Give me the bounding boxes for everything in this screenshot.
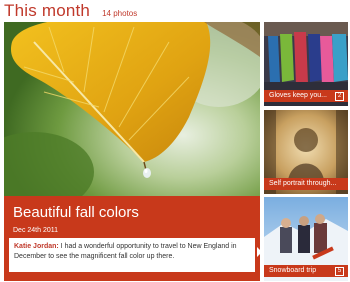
featured-date: Dec 24th 2011 [13,227,59,234]
tile-caption: Self portrait through... [264,178,348,190]
photo-tile-gloves[interactable]: Gloves keep you... 2 [264,22,348,106]
comment-bubble: Katie Jordan: I had a wonderful opportun… [9,238,255,272]
featured-photo [4,22,260,196]
tile-caption: Snowboard trip 5 [264,265,348,277]
photo-tile-self-portrait[interactable]: Self portrait through... [264,110,348,194]
photo-tile-snowboard[interactable]: Snowboard trip 5 [264,197,348,281]
featured-caption: Beautiful fall colors Dec 24th 2011 Kati… [4,196,260,281]
tile-caption: Gloves keep you... 2 [264,90,348,102]
comment-pointer [257,247,260,257]
comment-author: Katie Jordan: [14,243,59,250]
tile-label: Self portrait through... [269,180,337,187]
page-header: This month 14 photos [4,0,137,22]
page-title: This month [4,1,91,20]
featured-photo-tile[interactable]: Beautiful fall colors Dec 24th 2011 Kati… [4,22,260,281]
photo-count-badge: 2 [335,92,344,101]
tile-label: Gloves keep you... [269,92,327,99]
photo-count-badge: 5 [335,267,344,276]
tile-label: Snowboard trip [269,267,317,274]
comment-text: Katie Jordan: I had a wonderful opportun… [14,242,250,262]
featured-title: Beautiful fall colors [13,204,139,221]
